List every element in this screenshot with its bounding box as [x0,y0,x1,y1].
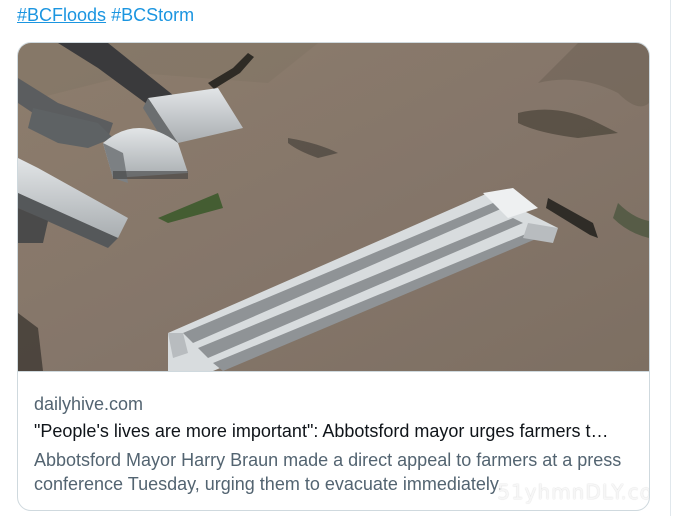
card-divider [18,371,649,372]
link-preview-card[interactable]: dailyhive.com "People's lives are more i… [17,42,650,511]
hashtag-link-bcstorm[interactable]: #BCStorm [111,5,194,25]
tweet-hashtags: #BCFloods #BCStorm [17,4,194,26]
card-image[interactable] [18,43,649,371]
watermark-text: 51yhmnDLY.co [497,480,650,504]
hashtag-link-bcfloods[interactable]: #BCFloods [17,5,106,25]
timeline-divider [670,0,671,516]
card-domain: dailyhive.com [34,394,144,414]
card-title[interactable]: "People's lives are more important": Abb… [34,420,634,442]
